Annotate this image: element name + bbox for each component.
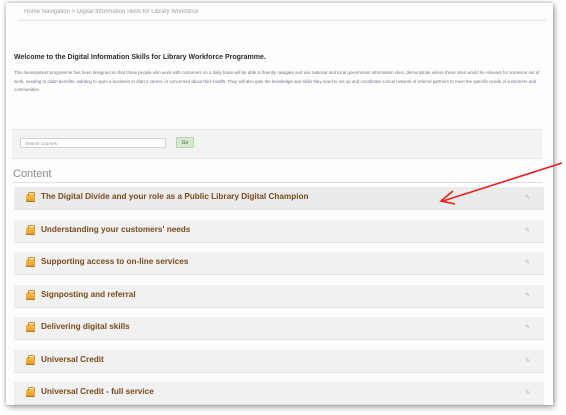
arrow-shaft [442,162,563,202]
red-arrow-annotation [439,162,563,205]
